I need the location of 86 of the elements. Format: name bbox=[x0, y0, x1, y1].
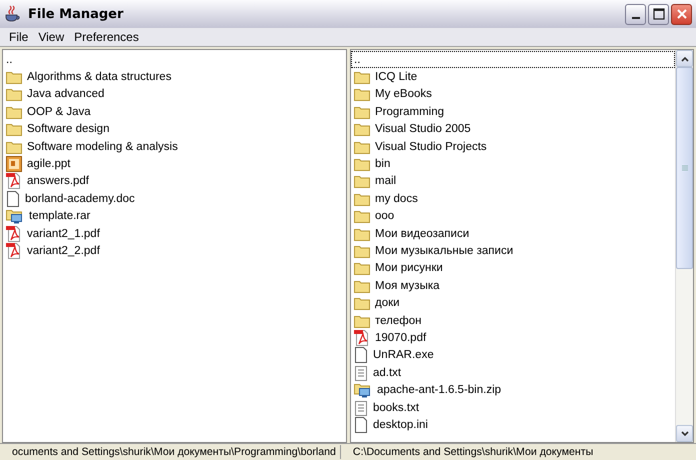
file-list-item[interactable]: Мои видеозаписи bbox=[351, 224, 675, 242]
status-path: ocuments and Settings\shurik\Мои документы\Programming\borland bbox=[12, 445, 336, 459]
file-list-item[interactable]: телефон bbox=[351, 312, 675, 330]
folder-icon bbox=[6, 87, 22, 102]
scrollbar[interactable] bbox=[675, 50, 693, 442]
grip-icon bbox=[682, 165, 688, 171]
file-list-item[interactable]: borland-academy.doc bbox=[3, 190, 346, 208]
folder-icon bbox=[354, 174, 370, 188]
file-list-item[interactable]: доки bbox=[351, 294, 675, 312]
coffee-cup-icon bbox=[4, 5, 22, 23]
folder-icon bbox=[6, 122, 22, 136]
folder-icon bbox=[354, 157, 370, 172]
pdf-icon bbox=[6, 173, 22, 190]
file-list-item[interactable]: ad.txt bbox=[351, 364, 675, 382]
scroll-thumb[interactable] bbox=[676, 67, 693, 269]
file-icon bbox=[354, 416, 368, 433]
menu-item[interactable]: File bbox=[4, 30, 34, 44]
window-title: File Manager bbox=[28, 6, 124, 22]
file-list-item[interactable]: variant2_2.pdf bbox=[3, 242, 346, 260]
file-list-item[interactable]: OOP & Java bbox=[3, 103, 346, 121]
folder-icon bbox=[354, 87, 370, 102]
maximize-button[interactable] bbox=[648, 4, 669, 24]
minimize-icon bbox=[632, 17, 640, 19]
menu-item[interactable]: View bbox=[33, 30, 70, 44]
file-list-item[interactable]: Visual Studio 2005 bbox=[351, 120, 675, 138]
pdf-icon bbox=[6, 243, 22, 259]
file-list-item[interactable]: Мои музыкальные записи bbox=[351, 242, 675, 260]
folder-icon bbox=[6, 104, 22, 119]
file-list-item[interactable]: Software design bbox=[3, 120, 346, 138]
file-list-item[interactable]: Visual Studio Projects bbox=[351, 138, 675, 156]
file-icon bbox=[6, 190, 20, 207]
file-list-item[interactable]: Моя музыка bbox=[351, 277, 675, 294]
pdf-icon bbox=[354, 330, 370, 346]
file-list-item[interactable]: Software modeling & analysis bbox=[3, 138, 346, 156]
file-list-item[interactable]: Мои рисунки bbox=[351, 260, 675, 278]
text-file-icon bbox=[354, 400, 368, 416]
text-file-icon bbox=[354, 364, 368, 381]
file-list-item[interactable]: Java advanced bbox=[3, 86, 346, 104]
file-list-item[interactable]: books.txt bbox=[351, 398, 675, 416]
scroll-down-button[interactable] bbox=[676, 425, 693, 442]
file-list-item[interactable]: template.rar bbox=[3, 208, 346, 225]
folder-icon bbox=[354, 261, 370, 276]
chevron-up-icon bbox=[680, 56, 688, 62]
folder-icon bbox=[354, 226, 370, 241]
pdf-icon bbox=[6, 226, 22, 242]
folder-icon bbox=[354, 296, 370, 310]
presentation-icon bbox=[6, 156, 22, 172]
file-list-item[interactable]: ICQ Lite bbox=[351, 68, 675, 86]
folder-icon bbox=[354, 314, 370, 328]
close-icon bbox=[676, 8, 688, 20]
file-list-item[interactable]: Programming bbox=[351, 103, 675, 121]
file-list-item[interactable]: mail bbox=[351, 172, 675, 190]
file-list-item[interactable]: 19070.pdf bbox=[351, 329, 675, 347]
file-list-item[interactable]: my docs bbox=[351, 190, 675, 208]
folder-icon bbox=[6, 70, 22, 84]
folder-icon bbox=[6, 140, 22, 154]
archive-icon bbox=[354, 382, 372, 398]
file-list-item[interactable]: My eBooks bbox=[351, 86, 675, 104]
file-list-item[interactable]: ooo bbox=[351, 208, 675, 225]
file-list-item[interactable]: answers.pdf bbox=[3, 172, 346, 190]
file-list-item[interactable]: .. bbox=[351, 51, 675, 68]
maximize-icon bbox=[652, 8, 664, 20]
scroll-up-button[interactable] bbox=[676, 50, 693, 67]
file-icon bbox=[354, 347, 368, 364]
file-list-item[interactable]: Algorithms & data structures bbox=[3, 68, 346, 86]
file-list-item[interactable]: variant2_1.pdf bbox=[3, 224, 346, 242]
folder-icon bbox=[354, 244, 370, 258]
minimize-button[interactable] bbox=[625, 4, 646, 24]
file-list-item[interactable]: bin bbox=[351, 155, 675, 173]
menu-item[interactable]: Preferences bbox=[69, 30, 144, 44]
folder-icon bbox=[354, 122, 370, 136]
file-list-item[interactable]: agile.ppt bbox=[3, 155, 346, 173]
folder-icon bbox=[354, 192, 370, 206]
chevron-down-icon bbox=[680, 430, 688, 436]
folder-icon bbox=[354, 278, 370, 293]
file-list-item[interactable]: UnRAR.exe bbox=[351, 346, 675, 364]
close-button[interactable] bbox=[671, 4, 692, 24]
folder-icon bbox=[354, 70, 370, 84]
file-list-item[interactable]: desktop.ini bbox=[351, 416, 675, 434]
file-list-item[interactable]: .. bbox=[3, 51, 346, 68]
archive-icon bbox=[6, 208, 24, 224]
folder-icon bbox=[354, 140, 370, 154]
file-list-item[interactable]: apache-ant-1.6.5-bin.zip bbox=[351, 381, 675, 399]
folder-icon bbox=[354, 209, 370, 224]
folder-icon bbox=[354, 104, 370, 119]
status-path: C:\Documents and Settings\shurik\Мои документы bbox=[352, 445, 594, 459]
